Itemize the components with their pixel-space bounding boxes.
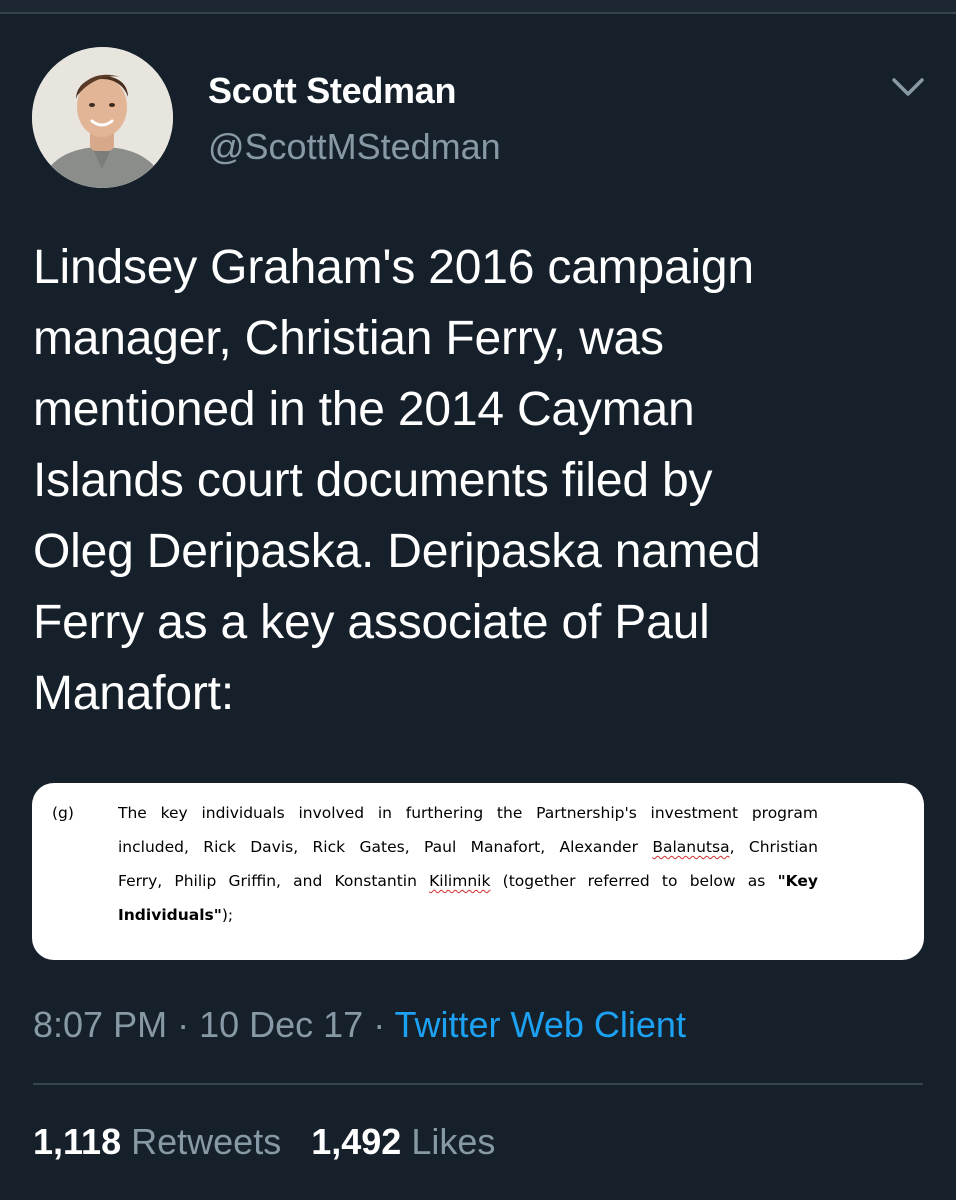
- tweet-stats: 1,118 Retweets 1,492 Likes: [33, 1121, 495, 1163]
- doc-bold-text: "Key: [777, 872, 818, 890]
- doc-text: Ferry, Philip Griffin, and Konstantin: [118, 872, 430, 890]
- author-handle[interactable]: @ScottMStedman: [208, 126, 501, 168]
- tweet-date: 10 Dec 17: [199, 1004, 364, 1045]
- doc-text: (together referred to below as: [490, 872, 778, 890]
- doc-text: included, Rick Davis, Rick Gates, Paul M…: [118, 838, 653, 856]
- doc-line: Individuals");: [118, 906, 818, 924]
- retweets-label: Retweets: [131, 1121, 282, 1162]
- meta-separator: ·: [167, 1004, 200, 1045]
- attached-image[interactable]: (g) The key individuals involved in furt…: [32, 783, 924, 960]
- chevron-down-icon[interactable]: [888, 72, 928, 104]
- profile-photo-icon: [32, 47, 173, 188]
- doc-misspelled-word: Kilimnik: [429, 872, 491, 890]
- tweet-text-line: Ferry as a key associate of Paul: [33, 596, 710, 649]
- likes-count: 1,492: [311, 1121, 402, 1162]
- doc-line: The key individuals involved in furtheri…: [118, 804, 818, 822]
- tweet-time: 8:07 PM: [33, 1004, 168, 1045]
- top-border: [0, 0, 956, 14]
- retweets-stat[interactable]: 1,118 Retweets: [33, 1121, 281, 1162]
- tweet-text-line: mentioned in the 2014 Cayman: [33, 383, 695, 436]
- doc-line: included, Rick Davis, Rick Gates, Paul M…: [118, 838, 818, 856]
- doc-line: Ferry, Philip Griffin, and Konstantin Ki…: [118, 872, 818, 890]
- meta-separator: ·: [363, 1004, 395, 1045]
- retweets-count: 1,118: [33, 1121, 122, 1162]
- likes-label: Likes: [411, 1121, 496, 1162]
- tweet-text-line: Manafort:: [33, 667, 234, 720]
- avatar[interactable]: [32, 47, 173, 188]
- doc-text: );: [221, 906, 234, 924]
- tweet-text-line: Islands court documents filed by: [33, 454, 713, 507]
- tweet-text: Lindsey Graham's 2016 campaign manager, …: [33, 232, 928, 729]
- author-name[interactable]: Scott Stedman: [208, 70, 456, 112]
- divider: [33, 1083, 923, 1085]
- doc-misspelled-word: Balanutsa: [652, 838, 730, 856]
- doc-item-label: (g): [52, 804, 74, 822]
- doc-text: , Christian: [729, 838, 819, 856]
- tweet-meta: 8:07 PM · 10 Dec 17 · Twitter Web Client: [33, 1004, 686, 1046]
- tweet-client-link[interactable]: Twitter Web Client: [395, 1004, 686, 1045]
- doc-bold-text: Individuals": [118, 906, 222, 924]
- tweet-text-line: manager, Christian Ferry, was: [33, 312, 664, 365]
- tweet-text-line: Lindsey Graham's 2016 campaign: [33, 241, 754, 294]
- likes-stat[interactable]: 1,492 Likes: [311, 1121, 495, 1162]
- tweet-text-line: Oleg Deripaska. Deripaska named: [33, 525, 761, 578]
